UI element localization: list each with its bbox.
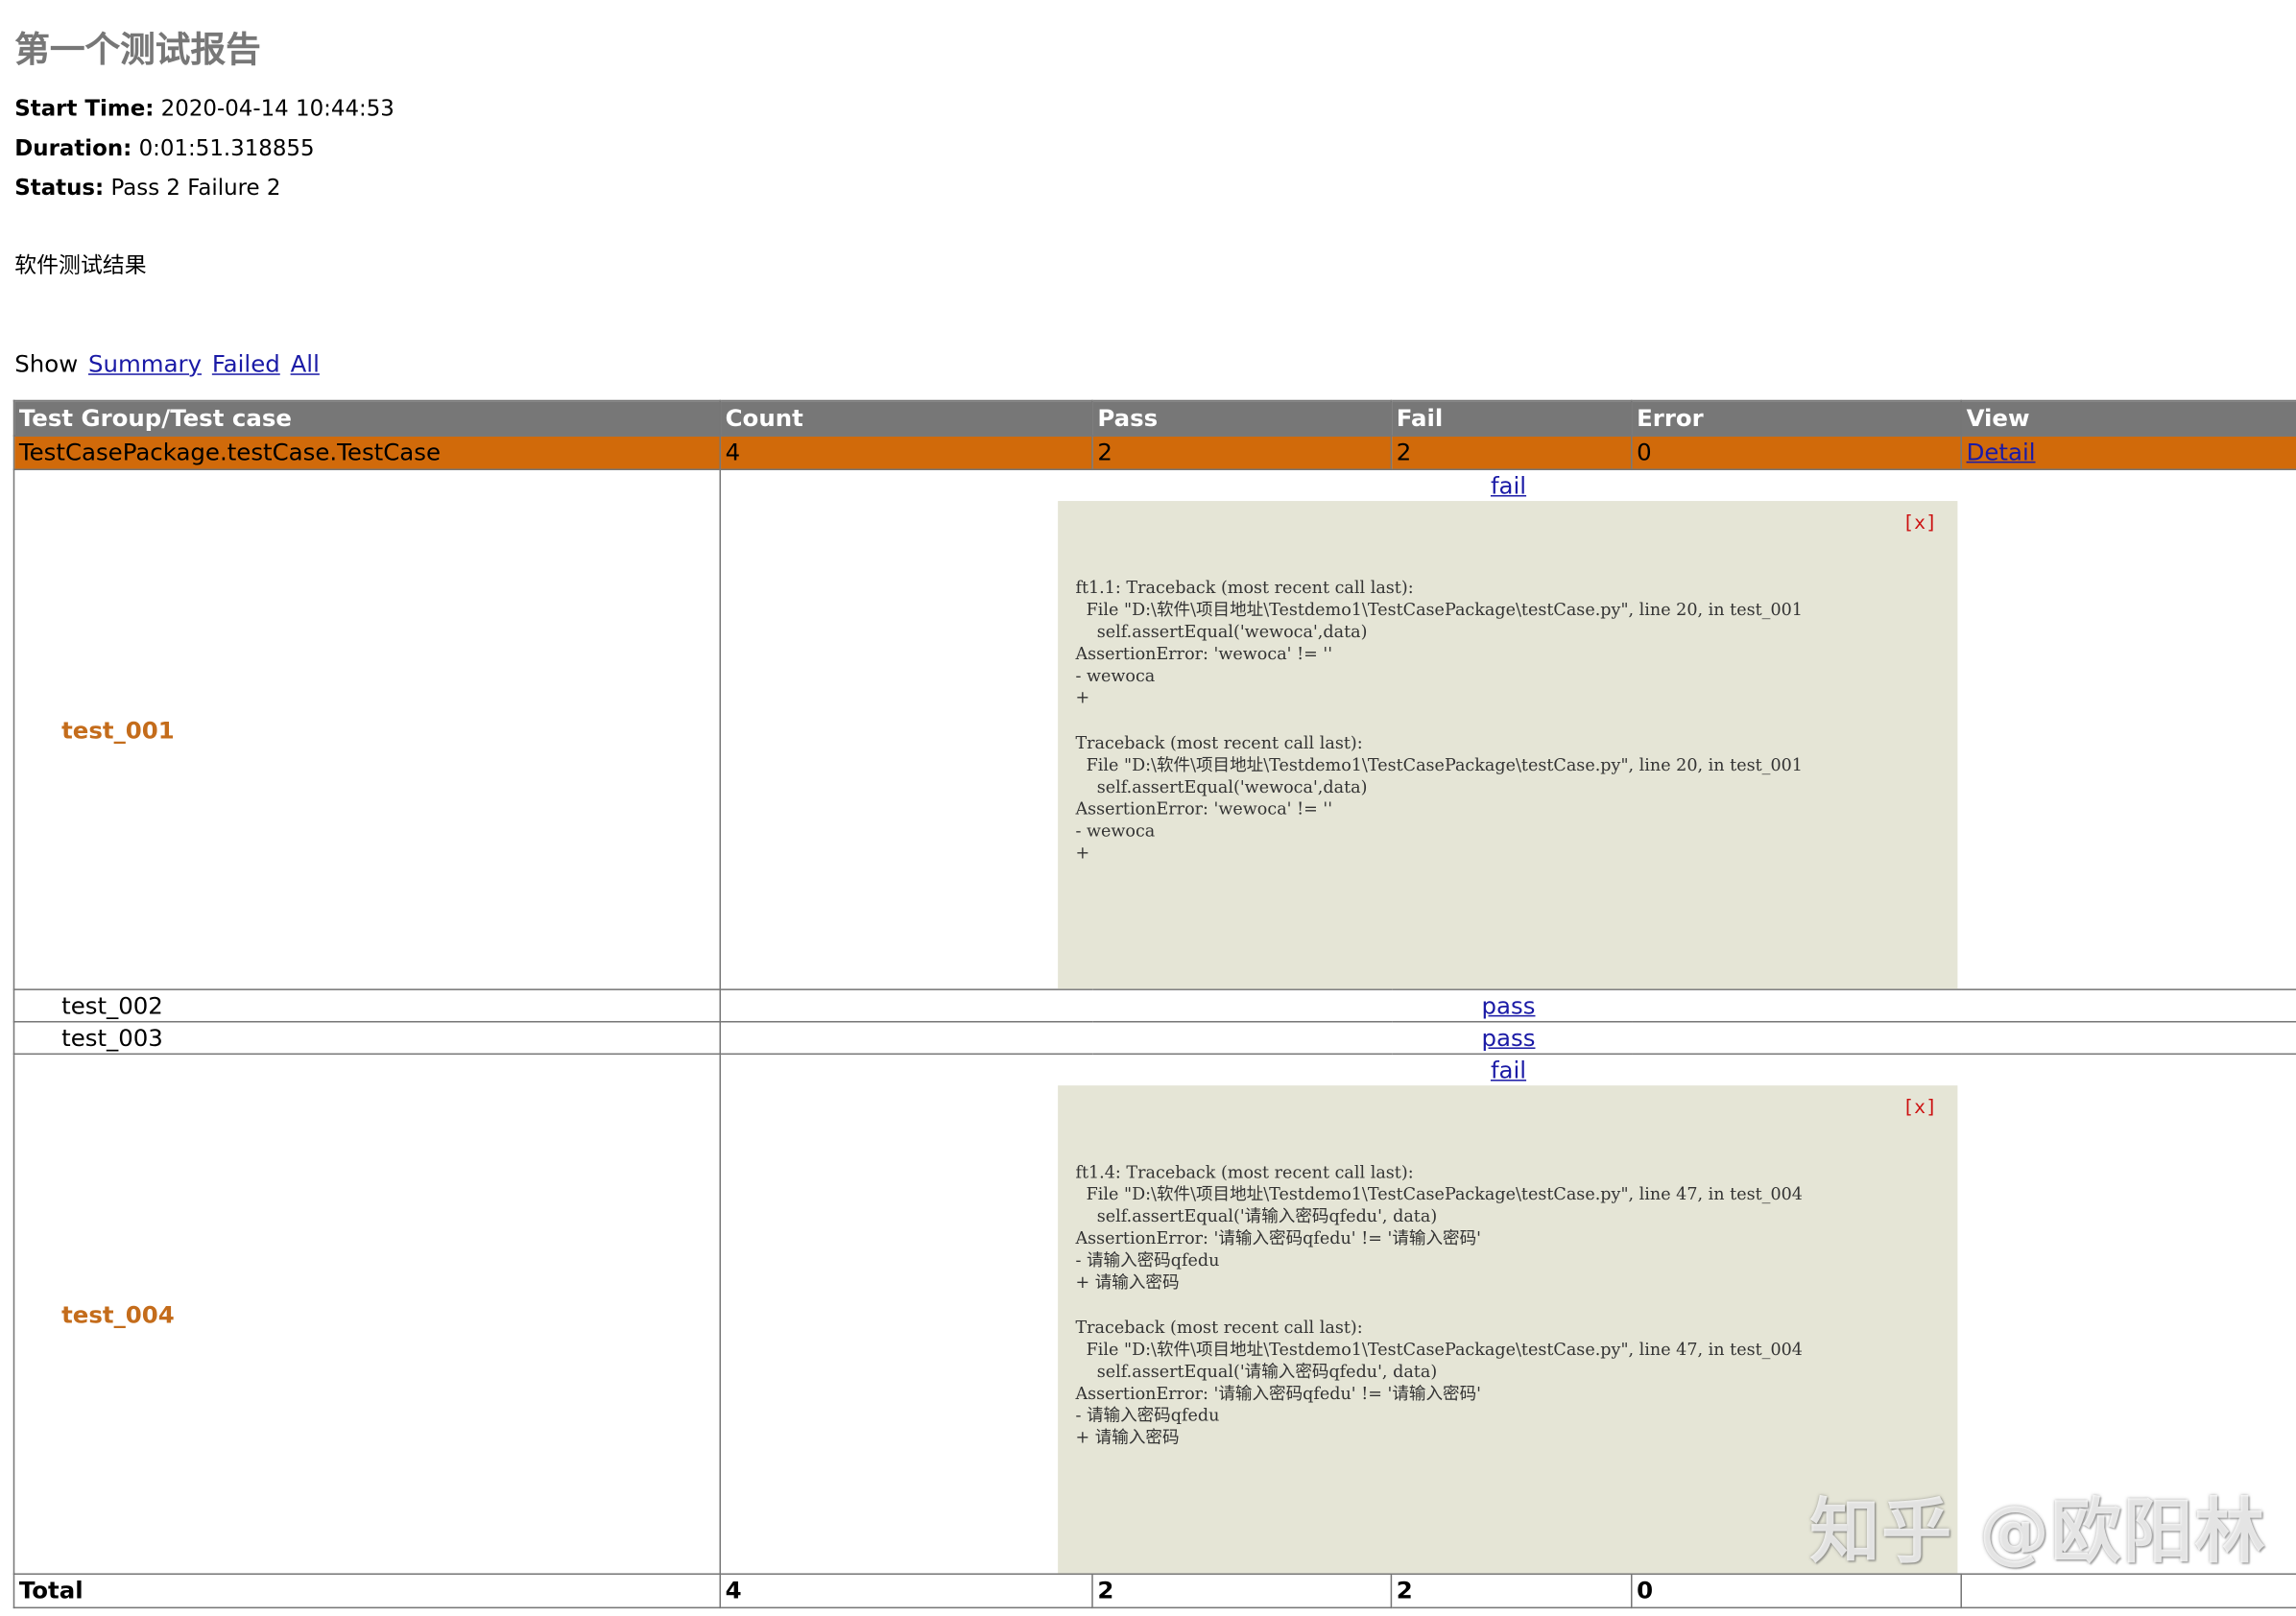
filter-label: Show: [14, 349, 79, 378]
status-link-test-001[interactable]: fail: [1491, 472, 1526, 500]
result-table: Test Group/Test case Count Pass Fail Err…: [12, 399, 2296, 1609]
class-pass: 2: [1091, 435, 1393, 471]
total-error: 0: [1630, 1573, 1962, 1609]
filter-failed-link[interactable]: Failed: [212, 350, 280, 378]
start-time-label: Start Time:: [14, 95, 155, 122]
total-label: Total: [12, 1573, 722, 1609]
close-popup-button[interactable]: [x]: [1902, 1097, 1937, 1119]
status-label: Status:: [14, 174, 105, 202]
status-link-test-003[interactable]: pass: [1482, 1024, 1536, 1052]
class-count: 4: [719, 435, 1093, 471]
case-name-test-004: test_004: [12, 1053, 722, 1575]
report-description: 软件测试结果: [14, 251, 147, 279]
filter-bar: Show Summary Failed All: [14, 350, 320, 380]
status-value: Pass 2 Failure 2: [110, 174, 281, 202]
traceback-text: ft1.1: Traceback (most recent call last)…: [1075, 577, 1803, 864]
filter-summary-link[interactable]: Summary: [88, 350, 202, 378]
close-popup-button[interactable]: [x]: [1902, 512, 1937, 535]
traceback-popup: [x] ft1.4: Traceback (most recent call l…: [1058, 1085, 1958, 1574]
duration-value: 0:01:51.318855: [138, 134, 315, 161]
class-error: 0: [1630, 435, 1962, 471]
table-row: test_002 pass: [12, 988, 2296, 1023]
case-name-test-002: test_002: [12, 988, 722, 1023]
header-error: Error: [1630, 399, 1962, 437]
start-time-row: Start Time: 2020-04-14 10:44:53: [14, 94, 395, 124]
page-title: 第一个测试报告: [14, 29, 261, 71]
class-view-cell: Detail: [1960, 435, 2296, 471]
table-row: test_003 pass: [12, 1020, 2296, 1056]
start-time-value: 2020-04-14 10:44:53: [160, 95, 395, 122]
total-count: 4: [719, 1573, 1093, 1609]
status-row: Status: Pass 2 Failure 2: [14, 173, 280, 202]
class-name: TestCasePackage.testCase.TestCase: [12, 435, 722, 471]
total-fail: 2: [1390, 1573, 1633, 1609]
total-view-empty: [1960, 1573, 2296, 1609]
status-link-test-004[interactable]: fail: [1491, 1057, 1526, 1084]
case-status-cell: pass: [719, 1020, 2296, 1056]
table-row: test_001 fail [x] ft1.1: Traceback (most…: [12, 468, 2296, 990]
table-header-row: Test Group/Test case Count Pass Fail Err…: [12, 399, 2296, 437]
case-name-test-003: test_003: [12, 1020, 722, 1056]
case-status-cell: pass: [719, 988, 2296, 1023]
class-fail: 2: [1390, 435, 1633, 471]
status-link-test-002[interactable]: pass: [1482, 991, 1536, 1019]
header-test-group: Test Group/Test case: [12, 399, 722, 437]
header-pass: Pass: [1091, 399, 1393, 437]
traceback-text: ft1.4: Traceback (most recent call last)…: [1075, 1161, 1803, 1448]
total-row: Total 4 2 2 0: [12, 1573, 2296, 1609]
header-view: View: [1960, 399, 2296, 437]
total-pass: 2: [1091, 1573, 1393, 1609]
duration-label: Duration:: [14, 134, 132, 161]
duration-row: Duration: 0:01:51.318855: [14, 133, 314, 163]
test-class-row: TestCasePackage.testCase.TestCase 4 2 2 …: [12, 435, 2296, 471]
case-status-cell: fail [x] ft1.4: Traceback (most recent c…: [719, 1053, 2296, 1575]
report-page: 第一个测试报告 Start Time: 2020-04-14 10:44:53 …: [0, 0, 2296, 1616]
table-row: test_004 fail [x] ft1.4: Traceback (most…: [12, 1053, 2296, 1575]
traceback-popup: [x] ft1.1: Traceback (most recent call l…: [1058, 501, 1958, 989]
filter-all-link[interactable]: All: [291, 350, 320, 378]
case-status-cell: fail [x] ft1.1: Traceback (most recent c…: [719, 468, 2296, 990]
header-fail: Fail: [1390, 399, 1633, 437]
case-name-test-001: test_001: [12, 468, 722, 990]
detail-link[interactable]: Detail: [1967, 438, 2036, 465]
header-count: Count: [719, 399, 1093, 437]
